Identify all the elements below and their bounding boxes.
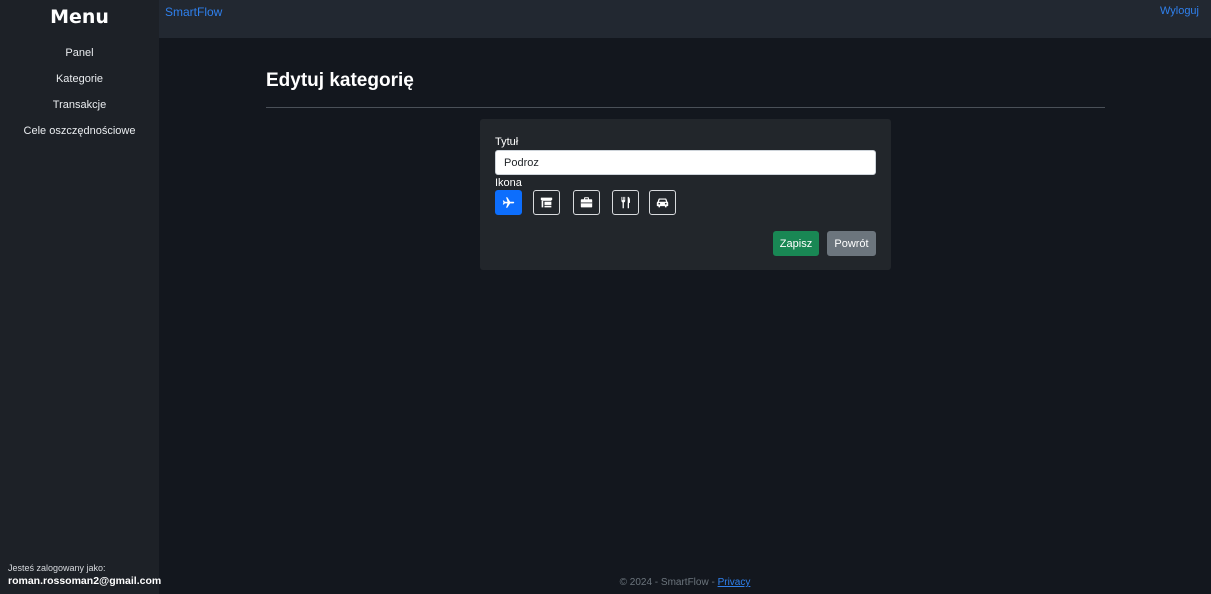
icon-option-plane[interactable] <box>495 190 522 215</box>
save-button[interactable]: Zapisz <box>773 231 819 256</box>
sidebar-item-transakcje[interactable]: Transakcje <box>0 97 159 123</box>
logged-in-user: Jesteś zalogowany jako: roman.rossoman2@… <box>8 562 162 589</box>
back-button[interactable]: Powrót <box>827 231 876 256</box>
sidebar: Menu Panel Kategorie Transakcje Cele osz… <box>0 0 162 594</box>
plane-icon <box>502 197 515 208</box>
privacy-link[interactable]: Privacy <box>718 577 751 588</box>
icon-option-briefcase[interactable] <box>573 190 600 215</box>
icon-option-utensils[interactable] <box>612 190 639 215</box>
edit-category-form: Tytuł Ikona <box>480 119 891 270</box>
title-divider <box>266 107 1105 108</box>
footer-text: © 2024 - SmartFlow - <box>619 577 718 588</box>
icon-label: Ikona <box>495 177 522 189</box>
sidebar-item-kategorie[interactable]: Kategorie <box>0 71 159 97</box>
sidebar-item-panel[interactable]: Panel <box>0 45 159 71</box>
footer: © 2024 - SmartFlow - Privacy <box>159 577 1211 588</box>
app-root: Menu Panel Kategorie Transakcje Cele osz… <box>0 0 1211 594</box>
icon-option-car[interactable] <box>649 190 676 215</box>
sidebar-title: Menu <box>50 6 109 28</box>
car-icon <box>656 198 669 208</box>
logout-link[interactable]: Wyloguj <box>1160 5 1199 17</box>
title-label: Tytuł <box>495 136 519 148</box>
sidebar-item-cele[interactable]: Cele oszczędnościowe <box>0 123 159 149</box>
user-email: roman.rossoman2@gmail.com <box>8 575 162 587</box>
icon-option-shop[interactable] <box>533 190 560 215</box>
utensils-icon <box>621 196 630 209</box>
brand-link[interactable]: SmartFlow <box>165 5 222 19</box>
shop-icon <box>540 197 553 208</box>
sidebar-nav: Panel Kategorie Transakcje Cele oszczędn… <box>0 45 159 149</box>
title-input[interactable] <box>495 150 876 175</box>
briefcase-icon <box>580 197 593 208</box>
topbar: SmartFlow Wyloguj <box>159 0 1211 38</box>
page-title: Edytuj kategorię <box>266 70 414 91</box>
logged-in-label: Jesteś zalogowany jako: <box>8 563 106 573</box>
